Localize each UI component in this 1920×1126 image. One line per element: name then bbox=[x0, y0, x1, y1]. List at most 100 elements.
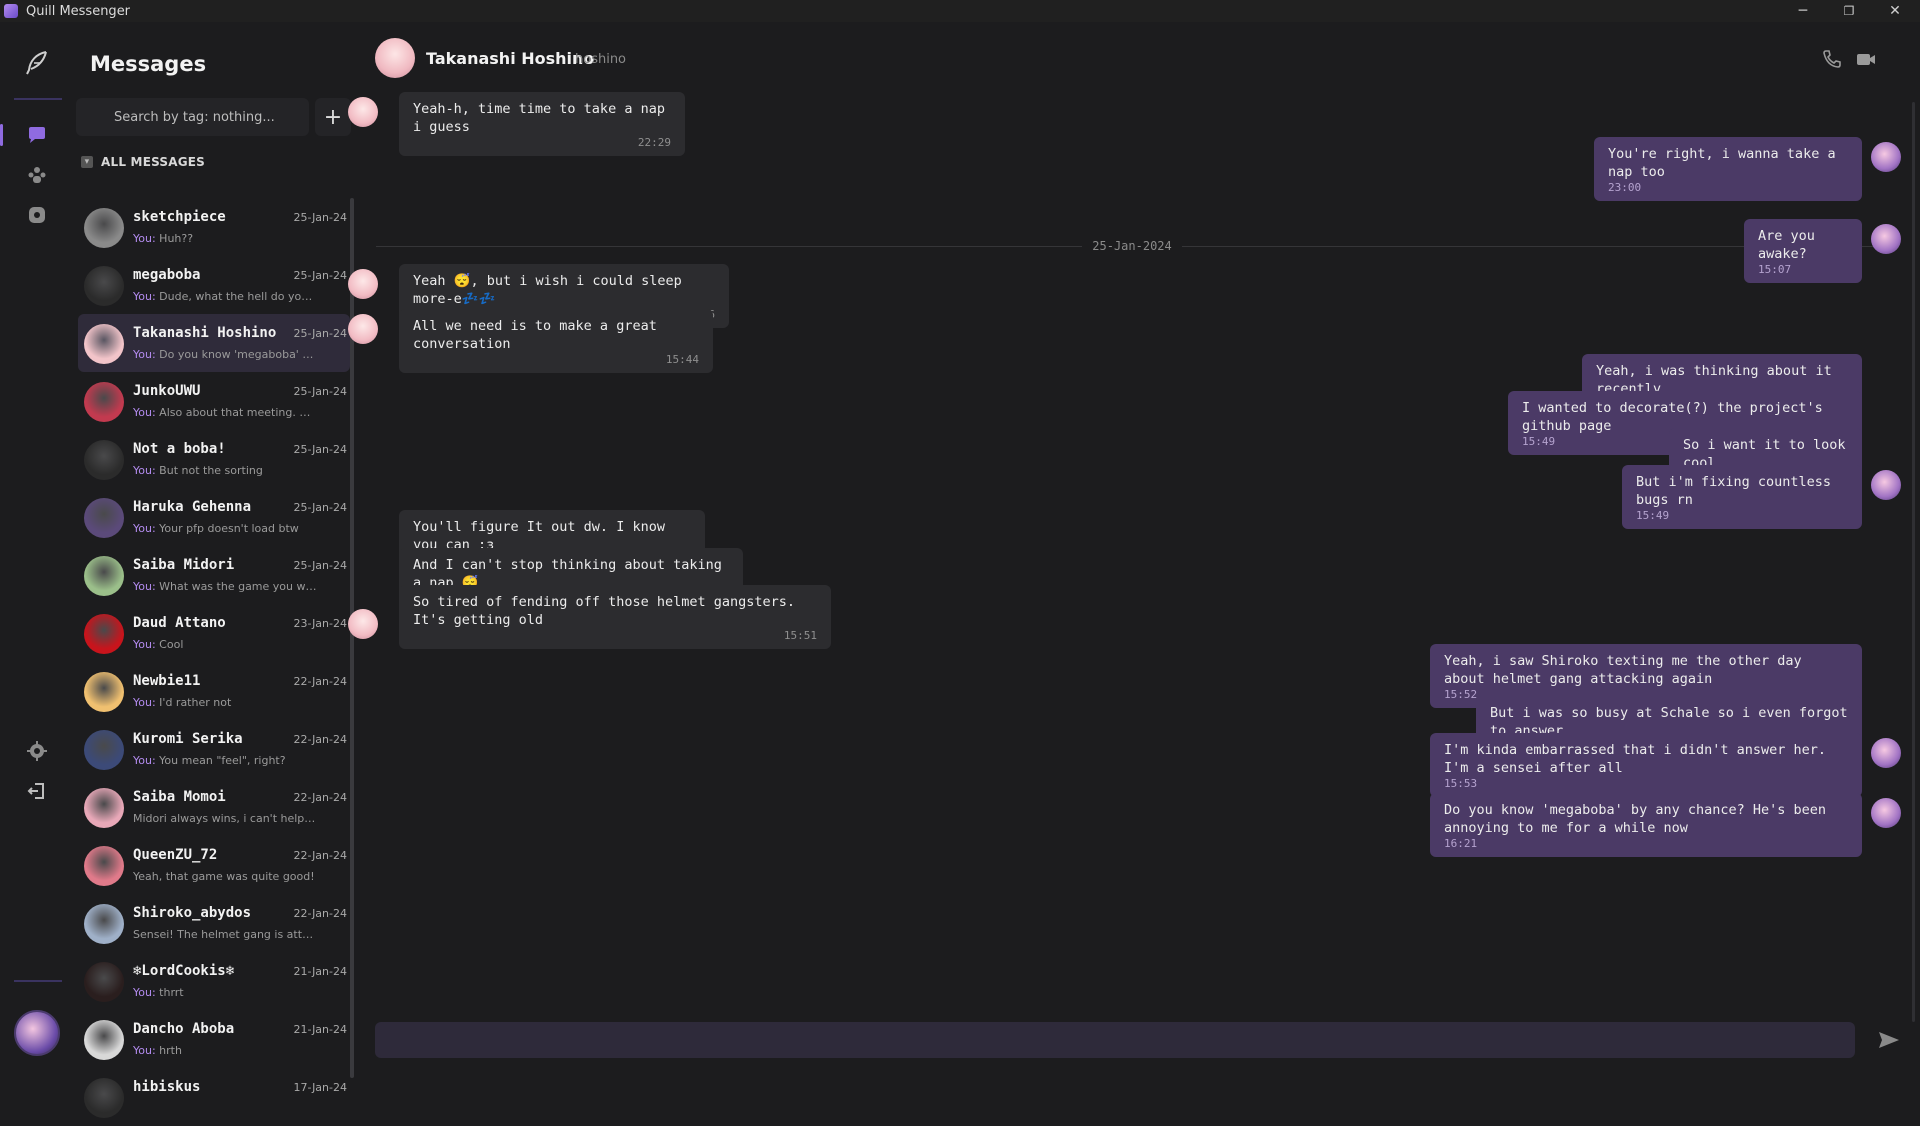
you-prefix: You: bbox=[133, 290, 156, 303]
preview-text: Sensei! The helmet gang is attac... bbox=[133, 928, 318, 941]
avatar[interactable] bbox=[84, 208, 124, 248]
conversation-date: 25-Jan-24 bbox=[293, 559, 347, 572]
message-input[interactable] bbox=[375, 1022, 1855, 1058]
contact-name[interactable]: Takanashi Hoshino bbox=[426, 49, 594, 68]
message-text: Yeah-h, time time to take a nap i guess bbox=[413, 101, 665, 135]
message-avatar[interactable] bbox=[348, 269, 378, 299]
message-area: 25-Jan-2024 Yeah-h, time time to take a … bbox=[348, 92, 1920, 1042]
conversation-sidebar: Messages Search by tag: nothing... + ▾ A… bbox=[76, 22, 354, 1118]
message-avatar[interactable] bbox=[348, 314, 378, 344]
date-separator: 25-Jan-2024 bbox=[376, 239, 1889, 253]
avatar[interactable] bbox=[84, 962, 124, 1002]
avatar[interactable] bbox=[84, 846, 124, 886]
list-item[interactable]: QueenZU_72 22-Jan-24 Yeah, that game was q… bbox=[78, 836, 350, 894]
message-avatar[interactable] bbox=[1871, 738, 1901, 768]
list-item[interactable]: JunkoUWU 25-Jan-24 You: Also about that me… bbox=[78, 372, 350, 430]
phone-icon[interactable] bbox=[1821, 48, 1843, 70]
incoming-message[interactable]: All we need is to make a great conversat… bbox=[399, 309, 713, 373]
conversation-name: Saiba Momoi bbox=[133, 789, 226, 805]
avatar[interactable] bbox=[84, 730, 124, 770]
outgoing-message[interactable]: You're right, i wanna take a nap too 23:0… bbox=[1594, 137, 1862, 201]
conversation-date: 25-Jan-24 bbox=[293, 501, 347, 514]
chat-scrollbar[interactable] bbox=[1912, 102, 1915, 1022]
chat-bubble-icon[interactable] bbox=[26, 124, 48, 146]
conversation-name: QueenZU_72 bbox=[133, 847, 218, 863]
minimize-button[interactable]: ─ bbox=[1780, 0, 1826, 22]
list-item[interactable]: sketchpiece 25-Jan-24 You: Huh?? bbox=[78, 198, 350, 256]
avatar[interactable] bbox=[84, 556, 124, 596]
avatar[interactable] bbox=[84, 382, 124, 422]
compass-icon[interactable] bbox=[26, 204, 48, 226]
contact-avatar[interactable] bbox=[375, 38, 415, 78]
conversation-preview: You: thrrt bbox=[133, 986, 318, 999]
incoming-message[interactable]: So tired of fending off those helmet gan… bbox=[399, 585, 831, 649]
preview-text: Midori always wins, i can't help i... bbox=[133, 812, 318, 825]
avatar[interactable] bbox=[84, 498, 124, 538]
gear-icon[interactable] bbox=[26, 740, 48, 762]
maximize-button[interactable]: ❐ bbox=[1826, 0, 1872, 22]
preview-text: What was the game you wa... bbox=[159, 580, 318, 593]
list-item[interactable]: ❄LordCookis❄ 21-Jan-24 You: thrrt bbox=[78, 952, 350, 1010]
list-item[interactable]: Takanashi Hoshino 25-Jan-24 You: Do you kn… bbox=[78, 314, 350, 372]
message-avatar[interactable] bbox=[1871, 142, 1901, 172]
feather-icon[interactable] bbox=[22, 48, 52, 78]
outgoing-message[interactable]: I'm kinda embarrassed that i didn't answ… bbox=[1430, 733, 1862, 797]
send-icon[interactable] bbox=[1876, 1028, 1902, 1052]
conversation-name: sketchpiece bbox=[133, 209, 226, 225]
avatar[interactable] bbox=[84, 1078, 124, 1118]
avatar[interactable] bbox=[14, 1010, 60, 1056]
avatar[interactable] bbox=[84, 266, 124, 306]
list-item[interactable]: Saiba Momoi 22-Jan-24 Midori always wins, … bbox=[78, 778, 350, 836]
list-item[interactable]: megaboba 25-Jan-24 You: Dude, what the hel… bbox=[78, 256, 350, 314]
list-item[interactable]: Dancho Aboba 21-Jan-24 You: hrth bbox=[78, 1010, 350, 1068]
conversation-name: Takanashi Hoshino bbox=[133, 325, 277, 341]
conversation-name: Saiba Midori bbox=[133, 557, 235, 573]
list-item[interactable]: Kuromi Serika 22-Jan-24 You: You mean "fee… bbox=[78, 720, 350, 778]
message-text: I'm kinda embarrassed that i didn't answ… bbox=[1444, 742, 1827, 776]
avatar[interactable] bbox=[84, 614, 124, 654]
avatar[interactable] bbox=[84, 788, 124, 828]
message-avatar[interactable] bbox=[348, 97, 378, 127]
logout-icon[interactable] bbox=[26, 780, 48, 802]
list-item[interactable]: Daud Attano 23-Jan-24 You: Cool bbox=[78, 604, 350, 662]
contact-username: hoshino bbox=[575, 52, 627, 67]
add-conversation-button[interactable]: + bbox=[315, 98, 351, 136]
avatar[interactable] bbox=[84, 904, 124, 944]
outgoing-message[interactable]: Do you know 'megaboba' by any chance? He… bbox=[1430, 793, 1862, 857]
list-item[interactable]: Newbie11 22-Jan-24 You: I'd rather not bbox=[78, 662, 350, 720]
conversation-date: 22-Jan-24 bbox=[293, 733, 347, 746]
message-avatar[interactable] bbox=[1871, 470, 1901, 500]
incoming-message[interactable]: Yeah-h, time time to take a nap i guess 2… bbox=[399, 92, 685, 156]
list-item[interactable]: Not a boba! 25-Jan-24 You: But not the sor… bbox=[78, 430, 350, 488]
message-avatar[interactable] bbox=[348, 609, 378, 639]
message-avatar[interactable] bbox=[1871, 224, 1901, 254]
message-avatar[interactable] bbox=[1871, 798, 1901, 828]
preview-text: Dude, what the hell do you ... bbox=[159, 290, 318, 303]
outgoing-message[interactable]: But i'm fixing countless bugs rn 15:49 bbox=[1622, 465, 1862, 529]
conversation-preview: You: Do you know 'megaboba' b... bbox=[133, 348, 318, 361]
list-item[interactable]: hibiskus 17-Jan-24 bbox=[78, 1068, 350, 1126]
people-icon[interactable] bbox=[26, 164, 48, 186]
avatar[interactable] bbox=[84, 324, 124, 364]
list-item[interactable]: Saiba Midori 25-Jan-24 You: What was the g… bbox=[78, 546, 350, 604]
conversation-date: 25-Jan-24 bbox=[293, 327, 347, 340]
conversation-date: 17-Jan-24 bbox=[293, 1081, 347, 1094]
all-messages-section[interactable]: ▾ ALL MESSAGES bbox=[81, 155, 205, 169]
search-input[interactable]: Search by tag: nothing... bbox=[76, 98, 309, 136]
close-button[interactable]: ✕ bbox=[1872, 0, 1918, 22]
message-composer[interactable] bbox=[375, 1022, 1855, 1058]
list-item[interactable]: Haruka Gehenna 25-Jan-24 You: Your pfp doe… bbox=[78, 488, 350, 546]
chevron-down-icon[interactable]: ▾ bbox=[81, 156, 93, 168]
message-text: Yeah 😴, but i wish i could sleep more-e💤… bbox=[413, 273, 682, 307]
app-icon bbox=[4, 4, 18, 18]
you-prefix: You: bbox=[133, 986, 156, 999]
preview-text: Your pfp doesn't load btw bbox=[159, 522, 299, 535]
conversation-preview: You: Also about that meeting. W... bbox=[133, 406, 318, 419]
preview-text: I'd rather not bbox=[159, 696, 232, 709]
avatar[interactable] bbox=[84, 1020, 124, 1060]
avatar[interactable] bbox=[84, 672, 124, 712]
outgoing-message[interactable]: Are you awake? 15:07 bbox=[1744, 219, 1862, 283]
avatar[interactable] bbox=[84, 440, 124, 480]
list-item[interactable]: Shiroko_abydos 22-Jan-24 Sensei! The helme… bbox=[78, 894, 350, 952]
video-icon[interactable] bbox=[1855, 48, 1877, 70]
